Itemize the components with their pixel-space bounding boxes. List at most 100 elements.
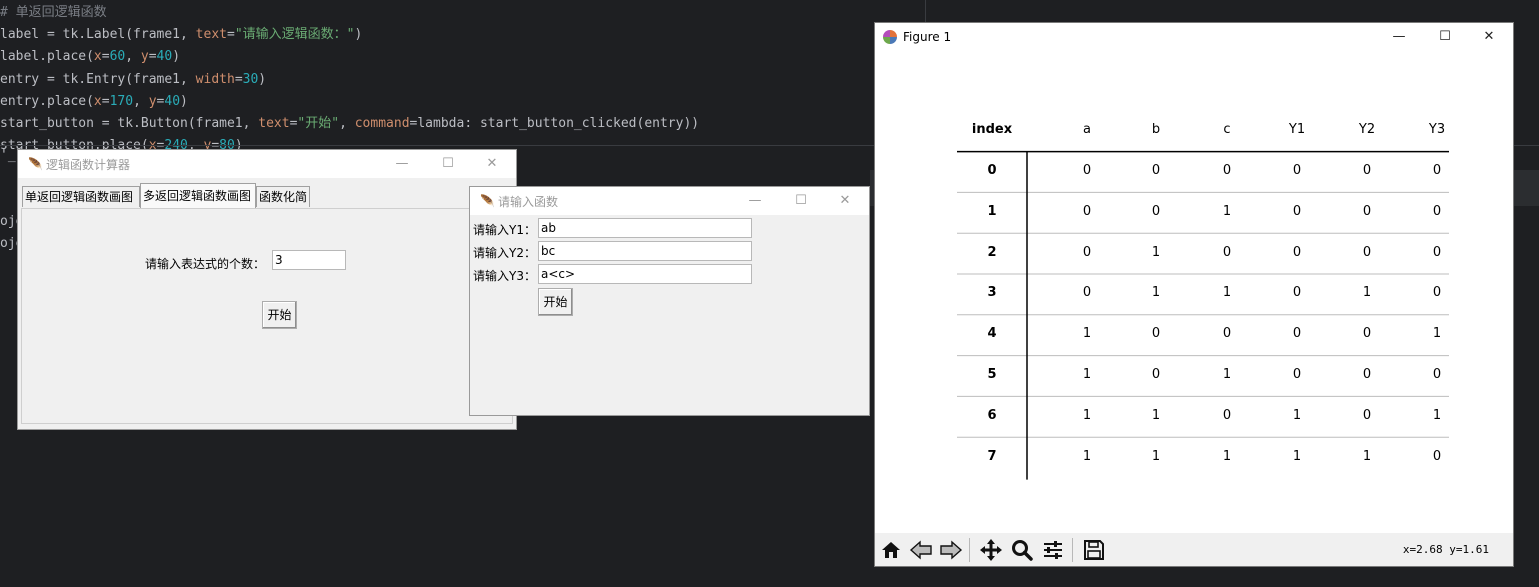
- code-token: 40: [164, 93, 181, 109]
- input-window: 🪶 请输入函数 — ☐ ✕ 请输入Y1： ab 请输入Y2： bc 请输入Y3：…: [469, 186, 870, 416]
- tab-single-return[interactable]: 单返回逻辑函数画图: [22, 186, 140, 207]
- table-cell: 1: [1082, 448, 1092, 464]
- code-line: start_button = tk.Button(frame1, text="开…: [0, 113, 699, 135]
- table-cell: 0: [1151, 326, 1161, 342]
- zoom-icon[interactable]: [1007, 536, 1037, 564]
- code-token: 170: [109, 93, 134, 109]
- cursor-coordinates: x=2.68 y=1.61: [1402, 543, 1489, 556]
- table-cell: 5: [987, 367, 997, 382]
- table-cell: 1: [1432, 407, 1442, 423]
- table-header-cell: b: [1151, 122, 1161, 137]
- code-line: # 单返回逻辑函数: [0, 2, 699, 24]
- code-token: =: [234, 71, 243, 87]
- table-cell: 4: [987, 326, 997, 342]
- table-cell: 0: [1362, 163, 1372, 178]
- tab-multi-return[interactable]: 多返回逻辑函数画图: [140, 183, 256, 208]
- start-button[interactable]: 开始: [538, 288, 573, 316]
- code-line: label.place(x=60, y=40): [0, 46, 699, 68]
- maximize-button[interactable]: ☐: [426, 150, 470, 178]
- table-cell: 0: [1082, 163, 1092, 178]
- close-button[interactable]: ✕: [470, 150, 514, 178]
- code-token: y: [148, 93, 157, 109]
- code-token: label.place(: [0, 49, 94, 65]
- toolbar-separator: [1072, 538, 1073, 562]
- close-button[interactable]: ✕: [1467, 23, 1511, 51]
- code-token: "开始": [297, 115, 340, 131]
- tab-simplify[interactable]: 函数化简: [256, 186, 310, 207]
- table-cell: 0: [1151, 203, 1161, 219]
- title-bar[interactable]: Figure 1 — ☐ ✕: [875, 23, 1513, 53]
- count-label: 请输入表达式的个数：: [145, 257, 266, 271]
- table-header-cell: Y3: [1428, 122, 1446, 137]
- code-area[interactable]: # 单返回逻辑函数 label = tk.Label(frame1, text="…: [0, 2, 699, 157]
- configure-icon[interactable]: [1038, 536, 1068, 564]
- count-input[interactable]: 3: [272, 250, 346, 270]
- table-header-cell: index: [971, 122, 1013, 137]
- table-cell: 0: [1432, 367, 1442, 382]
- code-token: ,: [125, 49, 141, 65]
- back-arrow-icon[interactable]: [906, 536, 936, 564]
- table-cell: 0: [1151, 163, 1161, 178]
- title-bar[interactable]: 🪶 逻辑函数计算器 — ☐ ✕: [18, 150, 516, 178]
- table-cell: 6: [987, 407, 997, 423]
- window-title: 请输入函数: [498, 195, 559, 209]
- table-cell: 1: [1151, 244, 1161, 260]
- code-token: ): [258, 71, 267, 87]
- table-cell: 1: [987, 203, 997, 219]
- code-line: entry = tk.Entry(frame1, width=30): [0, 69, 699, 91]
- y2-input[interactable]: bc: [538, 241, 752, 261]
- pan-icon[interactable]: [976, 536, 1006, 564]
- forward-arrow-icon[interactable]: [936, 536, 966, 564]
- code-token: =: [148, 49, 157, 65]
- code-token: text: [258, 115, 290, 131]
- close-button[interactable]: ✕: [823, 187, 867, 215]
- table-cell: 0: [1362, 326, 1372, 342]
- save-icon[interactable]: [1079, 536, 1109, 564]
- code-token: x: [93, 49, 102, 65]
- code-token: x: [93, 93, 102, 109]
- table-cell: 0: [987, 163, 997, 178]
- minimize-button[interactable]: —: [380, 150, 424, 178]
- code-line: label = tk.Label(frame1, text="请输入逻辑函数："…: [0, 24, 699, 46]
- window-title: Figure 1: [903, 30, 952, 44]
- table-cell: 0: [1292, 367, 1302, 382]
- code-token: =: [226, 27, 235, 43]
- code-token: command: [354, 115, 410, 131]
- table-header-cell: a: [1083, 122, 1091, 137]
- table-cell: 0: [1292, 163, 1302, 178]
- maximize-button[interactable]: ☐: [779, 187, 823, 215]
- table-cell: 2: [987, 244, 997, 260]
- table-cell: 1: [1082, 367, 1092, 382]
- table-cell: 0: [1082, 244, 1092, 260]
- table-cell: 0: [1362, 244, 1372, 260]
- minimize-button[interactable]: —: [733, 187, 777, 215]
- table-cell: 1: [1222, 203, 1232, 219]
- y3-input[interactable]: a<c>: [538, 264, 752, 284]
- editor-divider: [925, 0, 926, 22]
- code-token: ): [172, 49, 181, 65]
- code-token: entry.place(: [0, 93, 94, 109]
- maximize-button[interactable]: ☐: [1423, 23, 1467, 51]
- minimize-button[interactable]: —: [1377, 23, 1421, 51]
- table-cell: 0: [1432, 203, 1442, 219]
- table-cell: 1: [1222, 448, 1232, 464]
- code-token: 30: [242, 71, 259, 87]
- table-cell: 0: [1432, 244, 1442, 260]
- table-cell: 0: [1432, 285, 1442, 301]
- start-button[interactable]: 开始: [262, 301, 297, 329]
- code-token: width: [195, 71, 235, 87]
- table-header-cell: Y2: [1358, 122, 1376, 137]
- table-cell: 0: [1362, 367, 1372, 382]
- y3-label: 请输入Y3：: [473, 269, 536, 283]
- y2-label: 请输入Y2：: [473, 246, 536, 260]
- code-token: ,: [133, 93, 149, 109]
- code-fragment: '_: [0, 148, 16, 163]
- home-icon[interactable]: [876, 536, 906, 564]
- table-cell: 0: [1222, 407, 1232, 423]
- navigation-toolbar: x=2.68 y=1.61: [875, 533, 1513, 566]
- table-cell: 0: [1082, 203, 1092, 219]
- table-cell: 1: [1362, 448, 1372, 464]
- code-token: start_button = tk.Button(frame1,: [0, 115, 259, 131]
- y1-input[interactable]: ab: [538, 218, 752, 238]
- title-bar[interactable]: 🪶 请输入函数 — ☐ ✕: [470, 187, 869, 215]
